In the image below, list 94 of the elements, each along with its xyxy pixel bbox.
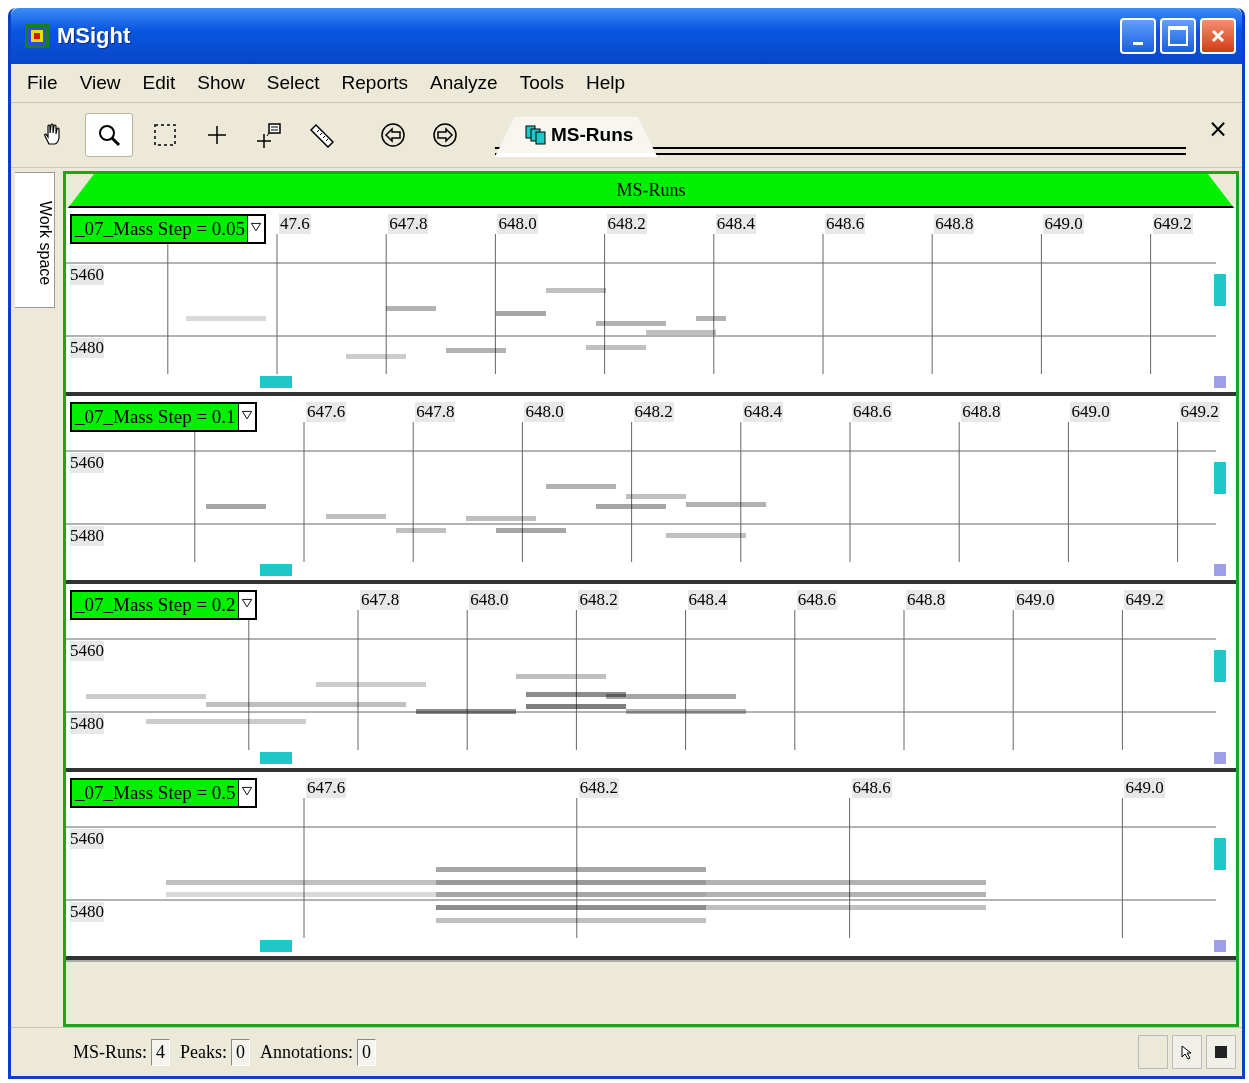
tick-label: 649.0 bbox=[1070, 402, 1111, 422]
search-button[interactable] bbox=[85, 113, 133, 157]
tick-label: 649.2 bbox=[1152, 214, 1193, 234]
corner-marker bbox=[1214, 940, 1226, 952]
axis-label: 5460 bbox=[70, 265, 104, 285]
tick-label: 649.0 bbox=[1043, 214, 1084, 234]
menu-item[interactable]: Analyze bbox=[430, 72, 498, 94]
menu-item[interactable]: Reports bbox=[341, 72, 409, 94]
scroll-thumb[interactable] bbox=[260, 564, 292, 576]
run-dropdown[interactable]: _07_Mass Step = 0.2 bbox=[70, 590, 257, 620]
axis-label: 5460 bbox=[70, 829, 104, 849]
close-icon bbox=[1211, 29, 1225, 43]
menu-item[interactable]: Select bbox=[266, 72, 320, 94]
maximize-button[interactable] bbox=[1160, 18, 1196, 54]
minimize-button[interactable] bbox=[1120, 18, 1156, 54]
status-label: Peaks: bbox=[180, 1041, 228, 1063]
app-icon bbox=[25, 24, 49, 48]
scroll-thumb[interactable] bbox=[1214, 274, 1226, 306]
run-dropdown[interactable]: _07_Mass Step = 0.1 bbox=[70, 402, 257, 432]
tick-label: 648.2 bbox=[578, 778, 620, 798]
scroll-thumb[interactable] bbox=[260, 940, 292, 952]
axis-label: 5480 bbox=[70, 526, 104, 546]
status-value: 0 bbox=[231, 1038, 251, 1066]
tick-label: 648.8 bbox=[906, 590, 947, 610]
tick-label: 647.8 bbox=[388, 214, 429, 234]
status-value: 0 bbox=[357, 1038, 377, 1066]
axis-label: 5480 bbox=[70, 338, 104, 358]
tick-label: 649.2 bbox=[1124, 590, 1165, 610]
corner-marker bbox=[1214, 752, 1226, 764]
scroll-thumb[interactable] bbox=[1214, 650, 1226, 682]
axis-label: 5480 bbox=[70, 902, 104, 922]
axis-label: 5460 bbox=[70, 641, 104, 661]
menu-item[interactable]: Tools bbox=[519, 72, 565, 94]
status-label: Annotations: bbox=[260, 1041, 354, 1063]
status-indicator bbox=[1138, 1035, 1168, 1069]
tick-label: 648.6 bbox=[796, 590, 838, 610]
tick-label: 649.0 bbox=[1124, 778, 1165, 798]
tick-label: 648.6 bbox=[825, 214, 866, 234]
tick-label: 649.0 bbox=[1015, 590, 1056, 610]
tick-label: 648.0 bbox=[524, 402, 565, 422]
scroll-thumb[interactable] bbox=[1214, 838, 1226, 870]
forward-icon bbox=[432, 122, 458, 148]
menu-item[interactable]: Edit bbox=[142, 72, 176, 94]
tick-label: 648.6 bbox=[852, 402, 893, 422]
tick-label: 47.6 bbox=[279, 214, 311, 234]
menu-item[interactable]: Help bbox=[586, 72, 626, 94]
panel-header: MS-Runs bbox=[68, 174, 1234, 208]
tick-label: 648.2 bbox=[633, 402, 674, 422]
tick-label: 648.4 bbox=[715, 214, 757, 234]
tick-label: 647.8 bbox=[415, 402, 456, 422]
corner-marker bbox=[1214, 564, 1226, 576]
selection-icon bbox=[152, 122, 178, 148]
tick-label: 648.4 bbox=[687, 590, 728, 610]
tick-label: 648.4 bbox=[742, 402, 784, 422]
tick-label: 648.2 bbox=[606, 214, 647, 234]
window-title: MSight bbox=[57, 23, 132, 49]
tab[interactable]: MS-Runs bbox=[495, 117, 658, 157]
run-dropdown[interactable]: _07_Mass Step = 0.05 bbox=[70, 214, 267, 244]
scroll-thumb[interactable] bbox=[1214, 462, 1226, 494]
tick-label: 648.0 bbox=[497, 214, 538, 234]
tick-label: 647.6 bbox=[306, 778, 347, 798]
menu-item[interactable]: View bbox=[79, 72, 121, 94]
workspace-tab[interactable]: Work space bbox=[15, 172, 55, 308]
search-icon bbox=[96, 122, 122, 148]
pointer-button[interactable] bbox=[1172, 1035, 1202, 1069]
tick-label: 648.8 bbox=[934, 214, 975, 234]
tick-label: 649.2 bbox=[1179, 402, 1220, 422]
tick-label: 648.6 bbox=[851, 778, 892, 798]
tick-label: 647.6 bbox=[306, 402, 347, 422]
close-tab-button[interactable]: × bbox=[1197, 115, 1242, 155]
back-icon bbox=[380, 122, 406, 148]
documents-icon bbox=[525, 125, 547, 145]
dropdown-icon bbox=[237, 592, 255, 618]
scroll-thumb[interactable] bbox=[260, 752, 292, 764]
dropdown-icon bbox=[237, 780, 255, 806]
dropdown-icon bbox=[237, 404, 255, 430]
axis-label: 5480 bbox=[70, 714, 104, 734]
tick-label: 648.8 bbox=[961, 402, 1002, 422]
tick-label: 647.8 bbox=[360, 590, 401, 610]
run-dropdown[interactable]: _07_Mass Step = 0.5 bbox=[70, 778, 257, 808]
close-button[interactable] bbox=[1200, 18, 1236, 54]
status-value: 4 bbox=[151, 1038, 171, 1066]
stop-button[interactable] bbox=[1206, 1035, 1236, 1069]
status-label: MS-Runs: bbox=[73, 1041, 148, 1063]
annotation-icon bbox=[256, 122, 282, 148]
menu-item[interactable]: File bbox=[27, 72, 58, 94]
tick-label: 648.2 bbox=[578, 590, 619, 610]
ruler-icon bbox=[308, 122, 334, 148]
corner-marker bbox=[1214, 376, 1226, 388]
tick-label: 648.0 bbox=[469, 590, 510, 610]
scroll-thumb[interactable] bbox=[260, 376, 292, 388]
menu-item[interactable]: Show bbox=[197, 72, 245, 94]
axis-label: 5460 bbox=[70, 453, 104, 473]
square-icon bbox=[1214, 1045, 1228, 1059]
